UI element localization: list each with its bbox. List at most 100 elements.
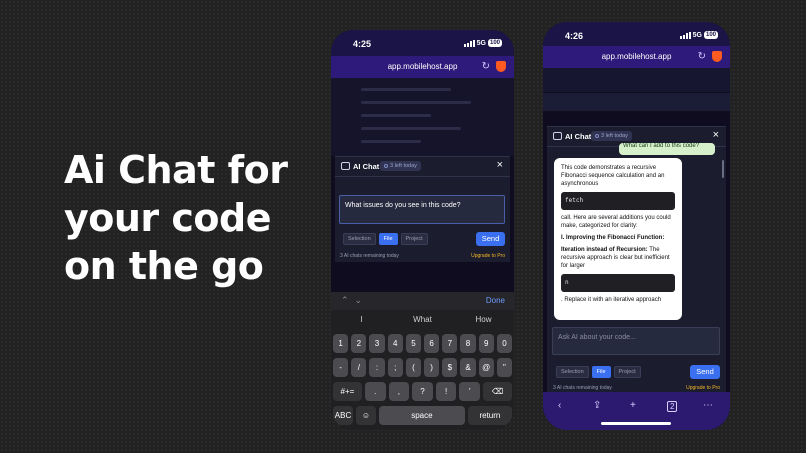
close-icon[interactable]: × [497, 159, 503, 171]
code-block: n [561, 274, 675, 292]
reload-icon[interactable]: ↻ [482, 61, 490, 72]
key-row-bottom: ABC ☺ space return [333, 406, 512, 425]
scope-file-button[interactable]: File [591, 366, 611, 378]
reply-subheading: Iteration instead of Recursion: [561, 247, 648, 253]
info-icon [384, 164, 388, 168]
abc-key[interactable]: ABC [333, 406, 353, 425]
key[interactable]: , [388, 382, 410, 401]
browser-address-bar[interactable]: app.mobilehost.app ↻ [543, 46, 730, 68]
quota-badge-text: 3 left today [601, 133, 628, 139]
key-row-punctuation: #+= . , ? ! ' ⌫ [333, 382, 512, 401]
status-time: 4:26 [565, 31, 584, 41]
key[interactable]: @ [478, 358, 494, 377]
key[interactable]: 8 [460, 334, 476, 353]
chat-scrollbar[interactable] [722, 160, 724, 178]
key[interactable]: ? [412, 382, 433, 401]
scope-project-button[interactable]: Project [400, 233, 428, 245]
reply-intro: This code demonstrates a recursive Fibon… [561, 165, 665, 187]
suggestion[interactable]: How [453, 312, 514, 328]
share-icon[interactable]: ⇪ [593, 400, 601, 411]
chat-input[interactable]: Ask AI about your code... [552, 327, 720, 355]
reply-tail: . Replace it with an iterative approach [561, 297, 662, 303]
back-icon[interactable]: ‹ [558, 400, 561, 411]
headline-line-1: Ai Chat for [64, 148, 288, 192]
send-button[interactable]: Send [476, 232, 505, 246]
reply-heading: I. Improving the Fibonacci Function: [561, 235, 665, 241]
keyboard-toolbar: ⌃⌄ Done [331, 292, 514, 310]
chat-header: AI Chat 3 left today × [335, 157, 510, 177]
key[interactable]: : [369, 358, 385, 377]
send-button[interactable]: Send [690, 365, 720, 379]
space-key[interactable]: space [379, 406, 465, 425]
key[interactable]: 3 [369, 334, 385, 353]
keyboard: ⌃⌄ Done I What How 1 2 3 4 5 6 7 8 9 0 -… [331, 292, 514, 430]
network-label: 5G [692, 31, 702, 39]
key[interactable]: 2 [351, 334, 367, 353]
status-bar: 4:26 5G 100 [543, 22, 730, 46]
upgrade-link[interactable]: Upgrade to Pro [686, 385, 720, 391]
reply-mid: call. Here are several additions you cou… [561, 215, 671, 229]
browser-address-bar[interactable]: app.mobilehost.app ↻ [331, 56, 514, 78]
quota-badge-text: 3 left today [390, 163, 417, 169]
scope-selection-button[interactable]: Selection [556, 366, 589, 378]
symbols-toggle-key[interactable]: #+= [333, 382, 362, 401]
key[interactable]: ! [435, 382, 457, 401]
reload-icon[interactable]: ↻ [698, 51, 706, 62]
browser-shield-icon[interactable] [712, 51, 722, 62]
key[interactable]: ( [405, 358, 422, 377]
key[interactable]: ; [387, 358, 403, 377]
key[interactable]: / [351, 358, 367, 377]
background-code-editor [331, 78, 514, 156]
key[interactable]: 7 [442, 334, 458, 353]
new-tab-icon[interactable]: + [630, 400, 636, 411]
key[interactable]: 4 [387, 334, 403, 353]
scope-selection-button[interactable]: Selection [343, 233, 376, 245]
info-icon [595, 134, 599, 138]
phone-right: 4:26 5G 100 app.mobilehost.app ↻ AI Chat… [543, 22, 730, 430]
quota-badge: 3 left today [380, 161, 421, 171]
done-button[interactable]: Done [486, 296, 505, 305]
key[interactable]: & [460, 358, 476, 377]
battery-icon: 100 [487, 39, 502, 47]
status-indicators: 5G 100 [463, 39, 502, 47]
status-indicators: 5G 100 [679, 31, 718, 39]
return-key[interactable]: return [467, 406, 512, 425]
field-nav-arrows-icon[interactable]: ⌃⌄ [341, 295, 368, 306]
key[interactable]: 9 [478, 334, 494, 353]
assistant-message-bubble: This code demonstrates a recursive Fibon… [554, 158, 682, 320]
battery-icon: 100 [703, 31, 718, 39]
suggestion-bar: I What How [331, 312, 514, 328]
scope-selector: Selection File Project [343, 233, 428, 245]
chat-input[interactable]: What issues do you see in this code? [339, 195, 505, 224]
key-row-symbols: - / : ; ( ) $ & @ " [333, 358, 513, 377]
tabs-icon[interactable]: 2 [667, 401, 678, 412]
key[interactable]: ) [424, 358, 440, 377]
scope-project-button[interactable]: Project [613, 366, 641, 378]
upgrade-link[interactable]: Upgrade to Pro [471, 253, 505, 259]
key[interactable]: ' [459, 382, 481, 401]
key[interactable]: . [364, 382, 386, 401]
key[interactable]: $ [442, 358, 458, 377]
key[interactable]: 6 [424, 334, 440, 353]
ai-chat-panel: AI Chat 3 left today × What issues do yo… [335, 156, 510, 262]
key[interactable]: 1 [333, 334, 349, 353]
close-icon[interactable]: × [713, 129, 719, 141]
signal-icon [463, 39, 475, 47]
emoji-key[interactable]: ☺ [356, 406, 376, 425]
key[interactable]: " [496, 358, 513, 377]
more-icon[interactable]: ⋯ [703, 400, 713, 411]
scope-file-button[interactable]: File [378, 233, 398, 245]
backspace-key[interactable]: ⌫ [483, 382, 512, 401]
chat-icon [553, 132, 562, 140]
chat-title: AI Chat [565, 132, 592, 141]
key[interactable]: - [333, 358, 349, 377]
scope-selector: Selection File Project [556, 366, 641, 378]
suggestion[interactable]: I [331, 312, 392, 328]
key[interactable]: 0 [496, 334, 513, 353]
network-label: 5G [476, 39, 486, 47]
browser-shield-icon[interactable] [496, 61, 506, 72]
key[interactable]: 5 [405, 334, 422, 353]
suggestion[interactable]: What [392, 312, 453, 328]
remaining-text: 3 AI chats remaining today [340, 253, 399, 259]
remaining-text: 3 AI chats remaining today [553, 385, 612, 391]
